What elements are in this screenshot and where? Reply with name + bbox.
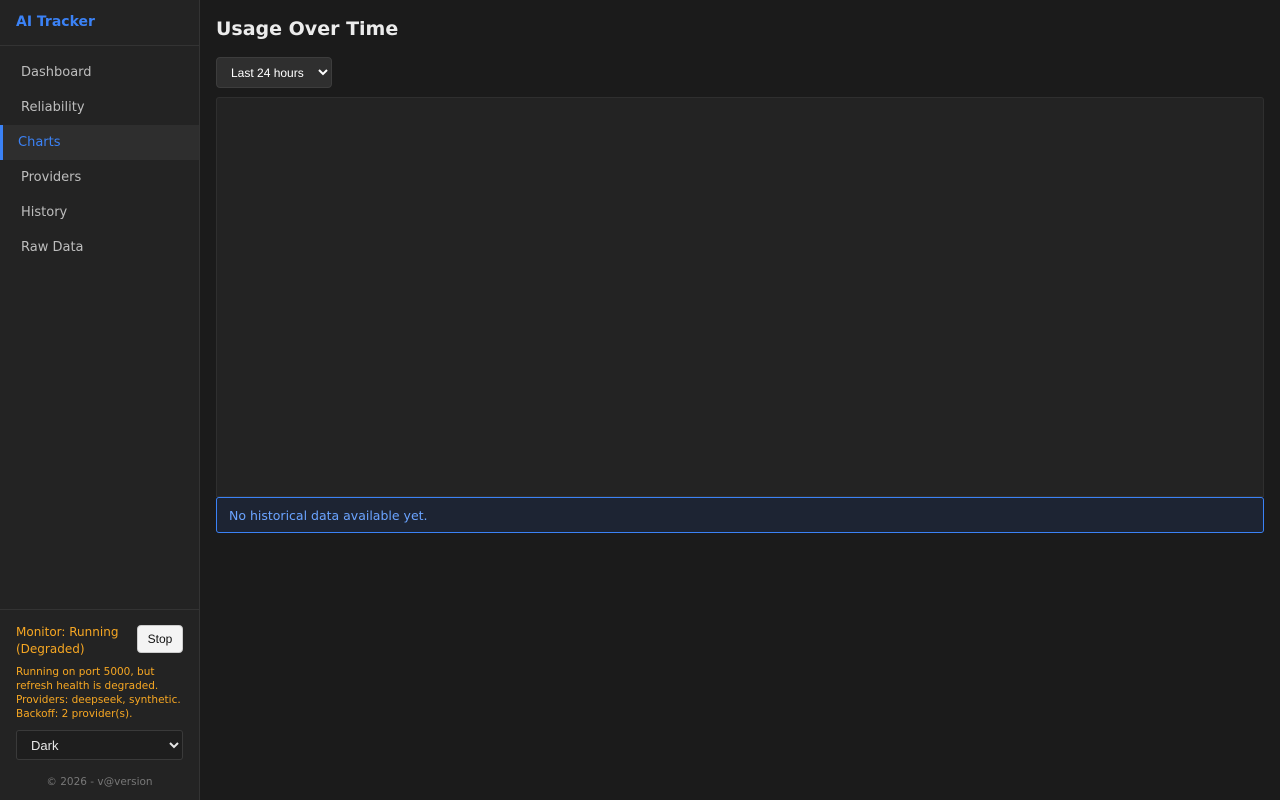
sidebar-nav: Dashboard Reliability Charts Providers H… bbox=[0, 46, 199, 265]
sidebar-item-charts[interactable]: Charts bbox=[0, 125, 199, 160]
main-content: Usage Over Time Last 24 hours No histori… bbox=[200, 0, 1280, 800]
monitor-row: Monitor: Running (Degraded) Stop bbox=[16, 624, 183, 658]
monitor-status: Monitor: Running (Degraded) bbox=[16, 625, 119, 656]
sidebar-item-history[interactable]: History bbox=[0, 195, 199, 230]
empty-data-alert: No historical data available yet. bbox=[216, 497, 1264, 533]
stop-button[interactable]: Stop bbox=[137, 625, 183, 653]
sidebar: AI Tracker Dashboard Reliability Charts … bbox=[0, 0, 200, 800]
sidebar-item-reliability[interactable]: Reliability bbox=[0, 90, 199, 125]
page-title: Usage Over Time bbox=[216, 18, 399, 40]
sidebar-item-raw-data[interactable]: Raw Data bbox=[0, 230, 199, 265]
copyright: © 2026 - v@version bbox=[46, 776, 153, 788]
theme-select[interactable]: Dark bbox=[16, 730, 183, 760]
usage-chart-area bbox=[216, 97, 1264, 497]
sidebar-item-providers[interactable]: Providers bbox=[0, 160, 199, 195]
sidebar-item-dashboard[interactable]: Dashboard bbox=[0, 55, 199, 90]
app-shell: AI Tracker Dashboard Reliability Charts … bbox=[0, 0, 1280, 800]
empty-data-message: No historical data available yet. bbox=[229, 507, 428, 523]
sidebar-footer: Monitor: Running (Degraded) Stop Running… bbox=[0, 609, 199, 800]
time-range-select[interactable]: Last 24 hours bbox=[216, 57, 332, 88]
monitor-detail: Running on port 5000, but refresh health… bbox=[16, 666, 181, 720]
brand-title[interactable]: AI Tracker bbox=[0, 0, 199, 46]
